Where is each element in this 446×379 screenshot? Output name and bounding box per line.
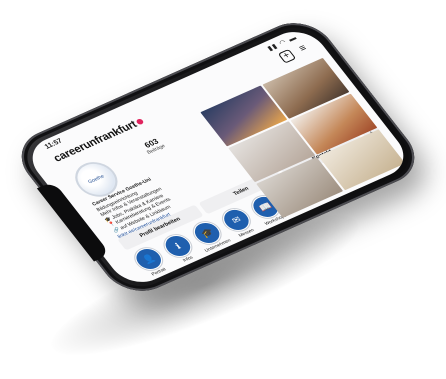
phone-screen: 11:57 ▮▮ ◠ ▬ careerunfrankfurt + ≡ Goeth…: [20, 23, 416, 291]
add-icon[interactable]: ⊕: [342, 193, 354, 204]
search-icon[interactable]: ⌕: [318, 205, 328, 215]
avatar-text: Goethe: [86, 173, 106, 186]
status-time: 11:57: [43, 137, 65, 151]
phone-device: 11:57 ▮▮ ◠ ▬ careerunfrankfurt + ≡ Goeth…: [6, 12, 430, 302]
profile-nav-avatar[interactable]: [391, 170, 403, 180]
photo-stage: 11:57 ▮▮ ◠ ▬ careerunfrankfurt + ≡ Goeth…: [0, 0, 446, 379]
reels-icon[interactable]: ▷: [367, 182, 379, 193]
notification-dot-icon: [135, 117, 145, 126]
phone-body: 11:57 ▮▮ ◠ ▬ careerunfrankfurt + ≡ Goeth…: [6, 12, 430, 302]
